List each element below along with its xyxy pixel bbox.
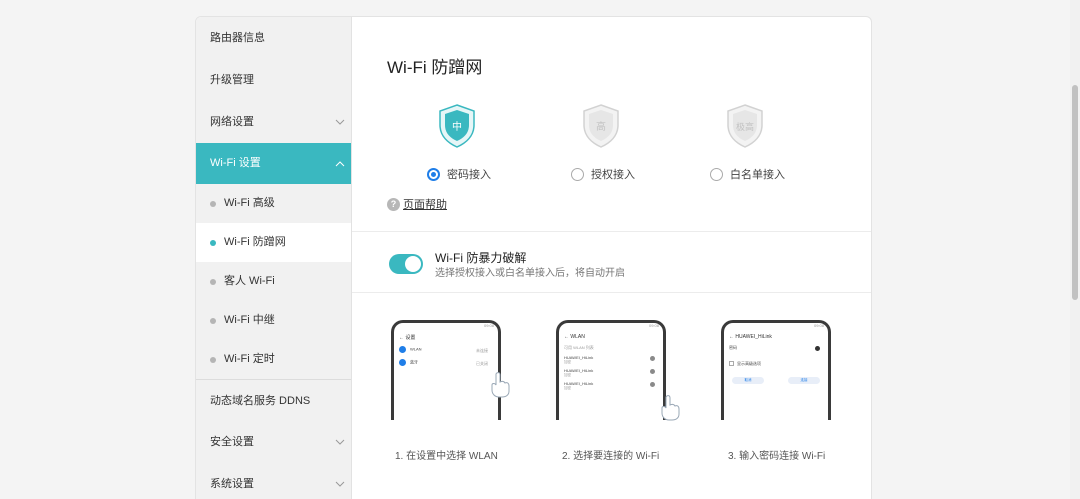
sidebar-subitem-wifi-repeater[interactable]: Wi-Fi 中继 xyxy=(196,301,351,340)
sidebar: 路由器信息 升级管理 网络设置 Wi-Fi 设置 Wi-Fi 高级 Wi-Fi … xyxy=(196,17,352,499)
radio-button[interactable] xyxy=(427,167,440,181)
level-badge: 中 xyxy=(452,120,462,133)
level-badge: 极高 xyxy=(736,121,754,132)
shield-icon-medium: 中 xyxy=(437,103,477,149)
chevron-down-icon xyxy=(335,439,345,445)
list-header: 可用 WLAN 列表 xyxy=(564,345,594,350)
sidebar-item-system[interactable]: 系统设置 xyxy=(196,463,351,499)
hand-pointer-icon xyxy=(661,395,680,421)
sidebar-item-security[interactable]: 安全设置 xyxy=(196,421,351,463)
step-3-phone-illustration: 09:08 ← HUAWEI_HiLink 密码 显示高级选项 取消 连接 xyxy=(721,320,831,420)
bullet-dot xyxy=(210,279,216,285)
step-2-phone-illustration: 09:08 ← WLAN 可用 WLAN 列表 HUAWEI_HiLink 加密 … xyxy=(556,320,666,420)
list-item: HUAWEI_HiLink 加密 xyxy=(559,352,663,365)
wifi-signal-icon xyxy=(650,369,655,374)
shield-icon-high: 高 xyxy=(581,103,621,149)
sidebar-item-network[interactable]: 网络设置 xyxy=(196,101,351,143)
wifi-icon xyxy=(399,346,406,353)
bullet-dot xyxy=(210,240,216,246)
list-item: 蓝牙 已关闭 xyxy=(394,356,498,369)
wifi-signal-icon xyxy=(650,382,655,387)
sidebar-subitem-wifi-timer[interactable]: Wi-Fi 定时 xyxy=(196,340,351,379)
chevron-down-icon xyxy=(335,481,345,487)
sidebar-item-upgrade[interactable]: 升级管理 xyxy=(196,59,351,101)
step-2-caption: 2. 选择要连接的 Wi-Fi xyxy=(562,451,660,462)
checkbox xyxy=(729,361,734,367)
cancel-button: 取消 xyxy=(732,377,764,384)
connect-button: 连接 xyxy=(788,377,820,384)
password-row: 密码 xyxy=(724,342,828,358)
step-1-caption: 1. 在设置中选择 WLAN xyxy=(395,451,498,462)
bullet-dot xyxy=(210,318,216,324)
sidebar-subitem-wifi-anti-leech[interactable]: Wi-Fi 防蹭网 xyxy=(196,223,351,262)
sidebar-subitem-guest-wifi[interactable]: 客人 Wi-Fi xyxy=(196,262,351,301)
sidebar-subitem-wifi-advanced[interactable]: Wi-Fi 高级 xyxy=(196,184,351,223)
radio-authorized-access[interactable]: 授权接入 xyxy=(571,166,635,182)
router-settings-panel: 路由器信息 升级管理 网络设置 Wi-Fi 设置 Wi-Fi 高级 Wi-Fi … xyxy=(195,16,872,499)
page-help-link[interactable]: ? 页面帮助 xyxy=(387,196,447,212)
main-content: Wi-Fi 防蹭网 中 高 极高 密码接入 授权接入 白名单接入 ? 页面帮助 … xyxy=(352,17,871,499)
chevron-up-icon xyxy=(335,161,345,167)
brute-force-description: 选择授权接入或白名单接入后，将自动开启 xyxy=(435,268,625,279)
radio-whitelist-access[interactable]: 白名单接入 xyxy=(710,166,785,182)
bullet-dot xyxy=(210,357,216,363)
help-icon: ? xyxy=(387,197,400,211)
page-scrollbar[interactable] xyxy=(1070,0,1080,499)
brute-force-toggle[interactable] xyxy=(389,254,423,274)
bluetooth-icon xyxy=(399,359,406,366)
list-item: WLAN 未连接 xyxy=(394,343,498,356)
level-badge: 高 xyxy=(596,120,606,133)
advanced-options-row: 显示高级选项 xyxy=(724,358,828,371)
bullet-dot xyxy=(210,201,216,207)
divider xyxy=(352,292,871,293)
chevron-down-icon xyxy=(335,119,345,125)
wifi-signal-icon xyxy=(650,356,655,361)
sidebar-item-ddns[interactable]: 动态域名服务 DDNS xyxy=(196,379,351,421)
radio-password-access[interactable]: 密码接入 xyxy=(427,166,491,182)
radio-button[interactable] xyxy=(571,167,584,181)
list-item: HUAWEI_HiLink 加密 xyxy=(559,365,663,378)
radio-button[interactable] xyxy=(710,167,723,181)
shield-icon-very-high: 极高 xyxy=(725,103,765,149)
list-item: HUAWEI_HiLink 加密 xyxy=(559,378,663,391)
step-3-caption: 3. 输入密码连接 Wi-Fi xyxy=(728,451,826,462)
page-title: Wi-Fi 防蹭网 xyxy=(387,58,483,77)
divider xyxy=(352,231,871,232)
sidebar-item-wifi[interactable]: Wi-Fi 设置 xyxy=(196,143,351,184)
sidebar-item-router-info[interactable]: 路由器信息 xyxy=(196,17,351,59)
hand-pointer-icon xyxy=(491,372,510,398)
eye-icon xyxy=(815,346,820,351)
scrollbar-thumb[interactable] xyxy=(1072,85,1078,300)
step-1-phone-illustration: 09:08 ← 设置 WLAN 未连接 蓝牙 已关闭 xyxy=(391,320,501,420)
